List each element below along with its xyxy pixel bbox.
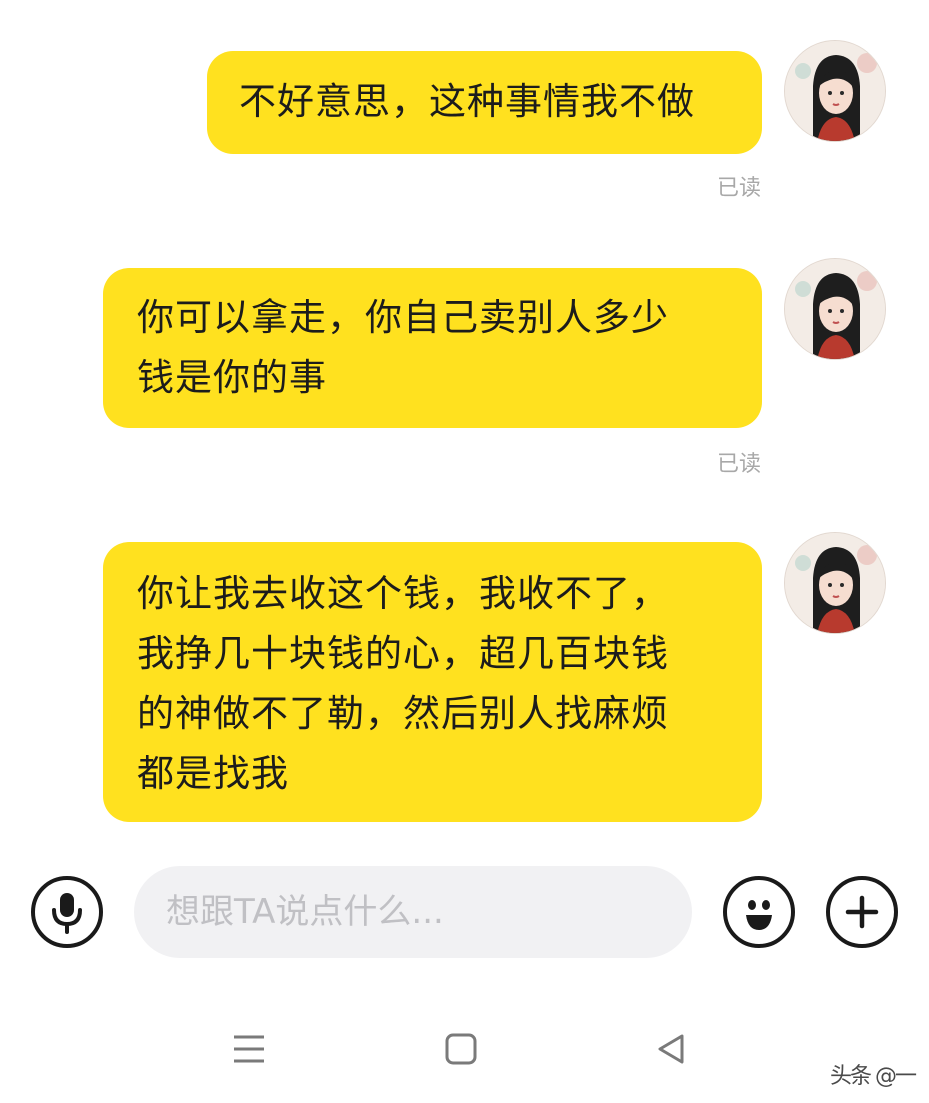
message-text-line: 你可以拿走，你自己卖别人多少 xyxy=(137,296,669,339)
message-text-line: 的神做不了勒，然后别人找麻烦 xyxy=(137,692,669,735)
message-text-line: 都是找我 xyxy=(137,752,289,795)
smiley-icon xyxy=(746,900,772,930)
back-button[interactable] xyxy=(646,1024,696,1074)
chat-input-bar xyxy=(0,860,929,970)
avatar-image xyxy=(785,259,885,359)
avatar-image xyxy=(785,41,885,141)
menu-button[interactable] xyxy=(224,1024,274,1074)
message-text-line: 不好意思，这种事情我不做 xyxy=(239,80,695,123)
system-nav-bar xyxy=(0,1010,929,1090)
home-button[interactable] xyxy=(436,1024,486,1074)
watermark-text: 头条 @一 xyxy=(830,1064,917,1089)
read-status: 已读 xyxy=(716,176,761,201)
read-status: 已读 xyxy=(716,452,761,477)
voice-button[interactable] xyxy=(31,876,103,948)
message-bubble[interactable]: 不好意思，这种事情我不做 xyxy=(207,51,762,154)
avatar[interactable] xyxy=(784,40,886,142)
emoji-button[interactable] xyxy=(723,876,795,948)
add-button[interactable] xyxy=(826,876,898,948)
back-triangle-icon xyxy=(658,1034,684,1064)
message-text-line: 你让我去收这个钱，我收不了， xyxy=(137,572,669,615)
message-bubble[interactable]: 你让我去收这个钱，我收不了， 我挣几十块钱的心，超几百块钱 的神做不了勒，然后别… xyxy=(103,542,762,822)
avatar[interactable] xyxy=(784,532,886,634)
message-input[interactable] xyxy=(134,866,692,958)
plus-icon xyxy=(845,895,879,929)
menu-icon xyxy=(234,1035,264,1063)
message-bubble[interactable]: 你可以拿走，你自己卖别人多少 钱是你的事 xyxy=(103,268,762,428)
message-text-line: 钱是你的事 xyxy=(137,356,327,399)
message-text-line: 我挣几十块钱的心，超几百块钱 xyxy=(137,632,669,675)
microphone-icon xyxy=(52,893,82,934)
home-square-icon xyxy=(445,1033,477,1065)
avatar-image xyxy=(785,533,885,633)
avatar[interactable] xyxy=(784,258,886,360)
